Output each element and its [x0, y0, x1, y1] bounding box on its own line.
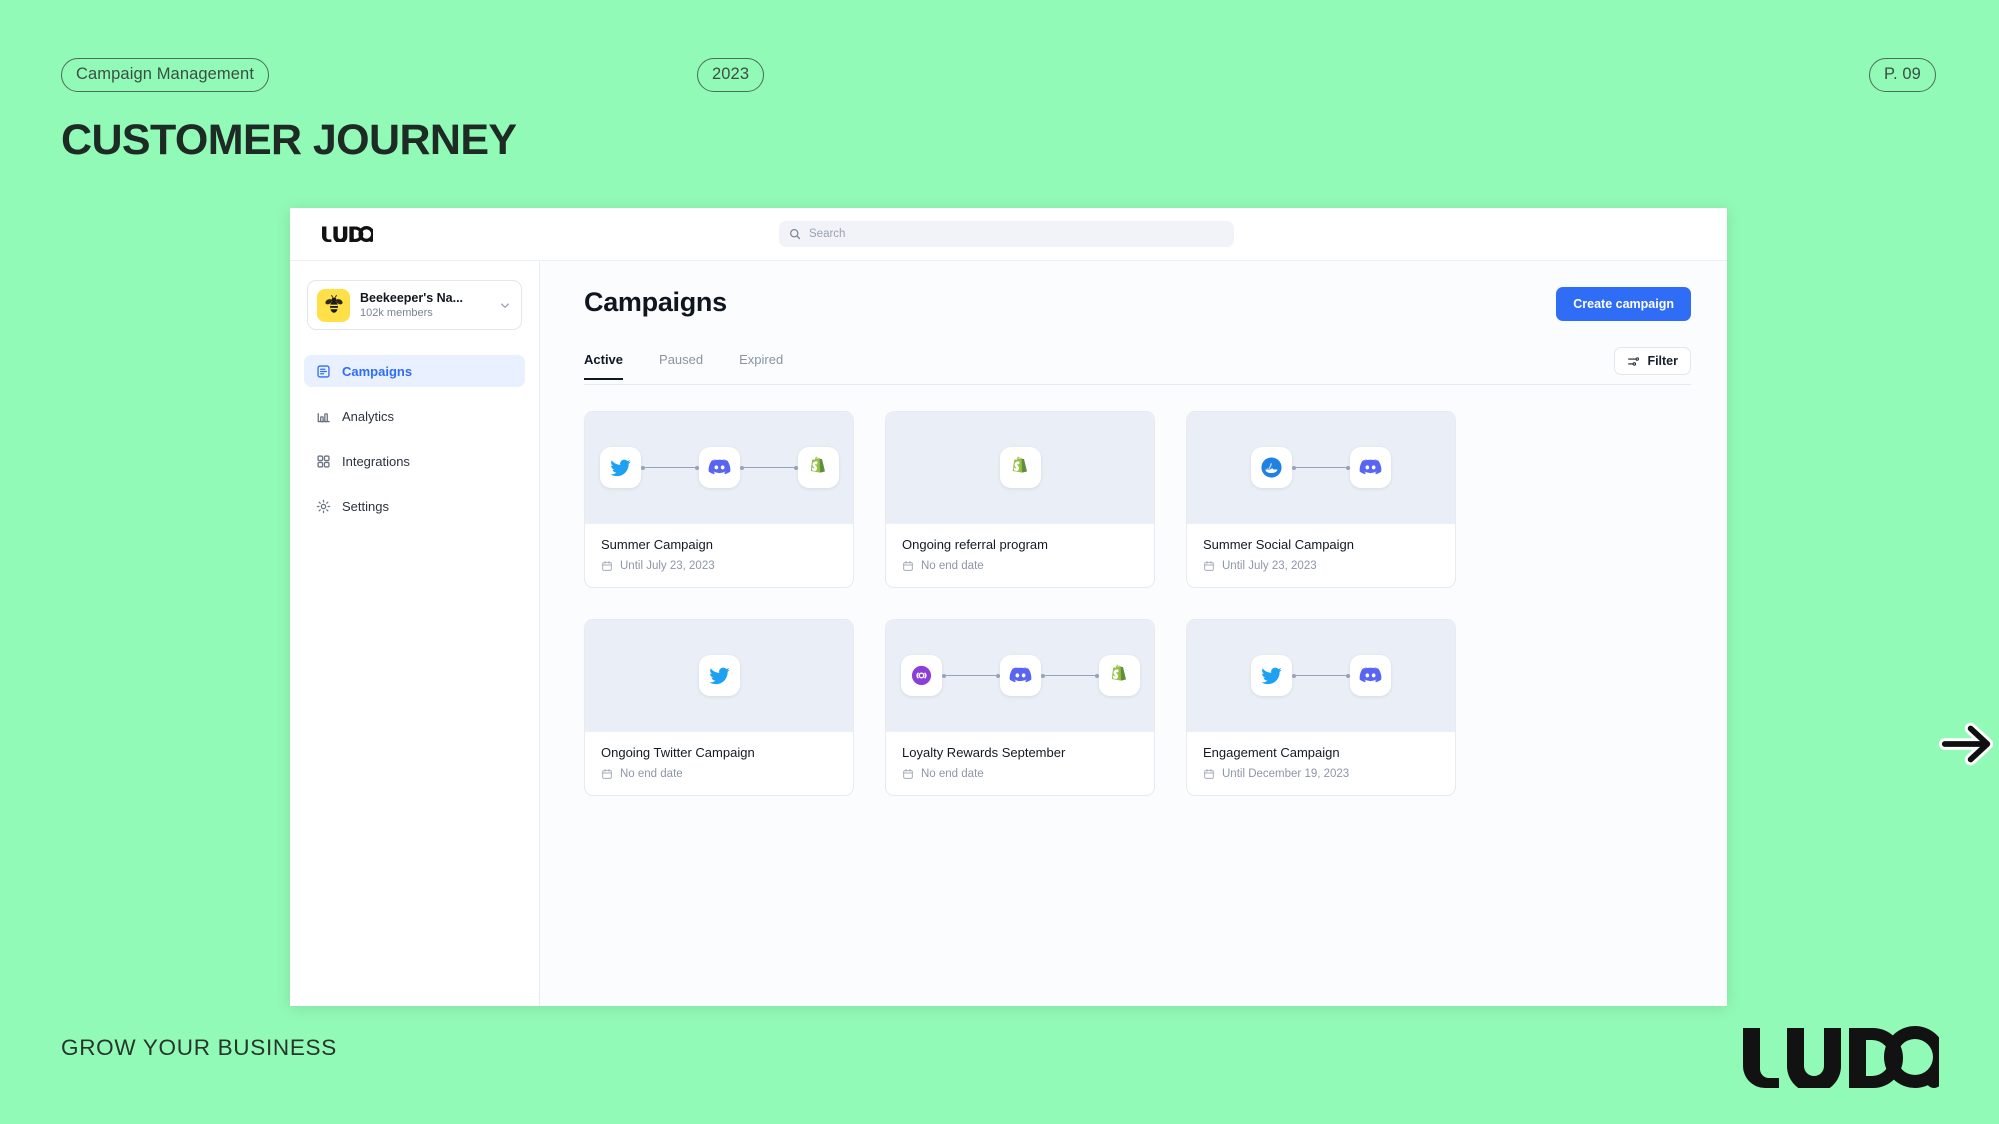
search-input[interactable]: Search	[779, 221, 1234, 247]
chain-connector	[1292, 673, 1350, 678]
search-placeholder: Search	[809, 228, 846, 240]
loyalty-icon	[900, 655, 942, 696]
sidebar-item-label: Settings	[342, 498, 389, 514]
sliders-icon	[1628, 356, 1640, 366]
calendar-icon	[602, 769, 612, 779]
sidebar-item-label: Campaigns	[342, 363, 413, 379]
campaign-title: Loyalty Rewards September	[902, 745, 1066, 760]
brand-logo	[1743, 1026, 1939, 1088]
discord-icon	[999, 655, 1041, 696]
shopify-icon	[797, 447, 839, 488]
search-icon	[790, 229, 801, 240]
slide-footer-text: GROW YOUR BUSINESS	[61, 1035, 337, 1060]
chain-connector	[1040, 673, 1099, 678]
discord-icon	[1350, 655, 1391, 696]
opensea-icon	[1251, 447, 1292, 488]
calendar-icon	[903, 561, 913, 571]
campaign-app-chain	[1187, 412, 1455, 523]
campaign-app-chain	[1187, 620, 1455, 731]
main-panel: Campaigns Create campaign Active Paused …	[540, 261, 1727, 1006]
filter-button[interactable]: Filter	[1614, 347, 1691, 375]
tabs-row: Active Paused Expired Filter	[584, 347, 1691, 385]
topic-tag: Campaign Management	[61, 58, 270, 92]
campaign-app-chain	[585, 412, 853, 523]
campaign-grid: Summer Campaign Until July 23, 2023 Ongo…	[584, 411, 1691, 796]
chain-connector	[1292, 465, 1350, 470]
sidebar-item-label: Analytics	[342, 408, 395, 424]
campaigns-icon	[315, 363, 331, 379]
tab-expired[interactable]: Expired	[739, 352, 783, 380]
shopify-icon	[999, 447, 1041, 488]
discord-icon	[698, 447, 740, 488]
campaign-date: No end date	[921, 768, 984, 780]
campaign-title: Summer Social Campaign	[1203, 537, 1355, 552]
app-logo[interactable]	[321, 226, 373, 242]
twitter-icon	[599, 447, 641, 488]
chain-connector	[640, 465, 699, 470]
sidebar-item-label: Integrations	[342, 453, 410, 469]
calendar-icon	[1204, 561, 1214, 571]
filter-button-label: Filter	[1647, 354, 1678, 368]
app-topbar: Search	[290, 208, 1727, 261]
shopify-icon	[1098, 655, 1140, 696]
campaign-date: Until July 23, 2023	[1222, 560, 1317, 572]
app-window: Search Beekeeper's Na... 102k members Ca…	[290, 208, 1727, 1006]
campaign-date: No end date	[921, 560, 984, 572]
sidebar-nav: Campaigns Analytics Integrations Setting…	[290, 355, 539, 522]
campaign-title: Ongoing referral program	[902, 537, 1048, 552]
workspace-member-count: 102k members	[360, 307, 433, 319]
calendar-icon	[1204, 769, 1214, 779]
campaign-app-chain	[886, 620, 1154, 731]
campaign-card[interactable]: Ongoing Twitter Campaign No end date	[584, 619, 854, 796]
analytics-icon	[315, 408, 331, 424]
sidebar: Beekeeper's Na... 102k members Campaigns	[290, 261, 540, 1006]
twitter-icon	[1251, 655, 1292, 696]
page-number-tag: P. 09	[1869, 58, 1936, 92]
campaign-card[interactable]: Summer Campaign Until July 23, 2023	[584, 411, 854, 588]
calendar-icon	[602, 561, 612, 571]
chain-connector	[941, 673, 1000, 678]
sidebar-item-settings[interactable]: Settings	[304, 490, 525, 522]
workspace-switcher[interactable]: Beekeeper's Na... 102k members	[307, 280, 522, 330]
campaign-status-tabs: Active Paused Expired	[584, 352, 783, 380]
integrations-icon	[315, 453, 331, 469]
campaign-title: Ongoing Twitter Campaign	[601, 745, 755, 760]
settings-gear-icon	[315, 498, 331, 514]
create-campaign-button[interactable]: Create campaign	[1556, 287, 1691, 321]
campaign-title: Engagement Campaign	[1203, 745, 1340, 760]
campaign-app-chain	[886, 412, 1154, 523]
campaign-title: Summer Campaign	[601, 537, 713, 552]
year-tag: 2023	[697, 58, 765, 92]
sidebar-item-campaigns[interactable]: Campaigns	[304, 355, 525, 387]
campaign-card[interactable]: Ongoing referral program No end date	[885, 411, 1155, 588]
campaign-card[interactable]: Engagement Campaign Until December 19, 2…	[1186, 619, 1456, 796]
workspace-name: Beekeeper's Na...	[360, 291, 464, 305]
next-slide-arrow-icon[interactable]	[1937, 713, 1999, 775]
slide-title: CUSTOMER JOURNEY	[61, 116, 517, 164]
twitter-icon	[698, 655, 740, 696]
calendar-icon	[903, 769, 913, 779]
campaign-date: No end date	[620, 768, 683, 780]
sidebar-item-integrations[interactable]: Integrations	[304, 445, 525, 477]
sidebar-item-analytics[interactable]: Analytics	[304, 400, 525, 432]
page-title: Campaigns	[584, 287, 727, 317]
campaign-app-chain	[585, 620, 853, 731]
campaign-date: Until December 19, 2023	[1222, 768, 1350, 780]
chevron-down-icon[interactable]	[498, 299, 512, 312]
campaign-card[interactable]: Loyalty Rewards September No end date	[885, 619, 1155, 796]
workspace-avatar	[317, 288, 350, 322]
campaign-date: Until July 23, 2023	[620, 560, 715, 572]
chain-connector	[739, 465, 798, 470]
bee-icon	[324, 295, 343, 313]
tab-paused[interactable]: Paused	[659, 352, 703, 380]
discord-icon	[1350, 447, 1391, 488]
tab-active[interactable]: Active	[584, 352, 624, 380]
campaign-card[interactable]: Summer Social Campaign Until July 23, 20…	[1186, 411, 1456, 588]
